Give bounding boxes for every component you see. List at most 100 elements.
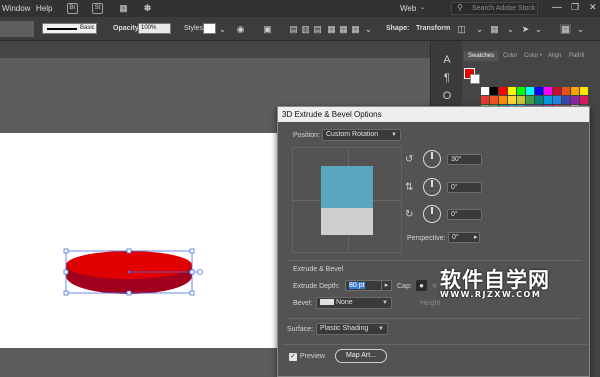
swatch[interactable]: [580, 87, 588, 95]
swatch[interactable]: [481, 96, 489, 104]
transform-label[interactable]: Transform: [416, 25, 450, 32]
swatch[interactable]: [526, 87, 534, 95]
align-center-icon[interactable]: ▥: [300, 24, 311, 34]
bevel-preview-swatch: [320, 299, 334, 306]
bevel-select[interactable]: None ▼: [316, 297, 392, 309]
swatch[interactable]: [517, 87, 525, 95]
bridge-badge[interactable]: Br: [67, 3, 78, 14]
chevron-down-icon[interactable]: ⌄: [533, 24, 544, 34]
shape-label[interactable]: Shape:: [386, 25, 409, 32]
swatch[interactable]: [571, 96, 579, 104]
extrude-depth-input[interactable]: 80 pt: [345, 280, 383, 291]
rotation-handle[interactable]: [197, 269, 203, 275]
chevron-right-icon[interactable]: ▸: [381, 280, 392, 291]
chevron-down-icon[interactable]: ⌄: [420, 4, 425, 11]
character-icon[interactable]: A: [440, 53, 454, 67]
selection-handle[interactable]: [63, 269, 69, 275]
workspace-switcher[interactable]: Web: [400, 4, 416, 13]
map-art-button[interactable]: Map Art...: [335, 349, 387, 363]
stock-badge[interactable]: St: [92, 3, 103, 14]
x-axis-rotate-icon: ↺: [405, 154, 414, 165]
swatch[interactable]: [535, 96, 543, 104]
swatch[interactable]: [490, 96, 498, 104]
rotation-preview-track[interactable]: [292, 147, 402, 253]
z-rotation-dial[interactable]: [423, 205, 441, 223]
selection-handle[interactable]: [189, 248, 195, 254]
chevron-down-icon[interactable]: ⌄: [575, 24, 586, 34]
tab-color-guide[interactable]: Color •: [524, 53, 542, 59]
swatch[interactable]: [571, 87, 579, 95]
align-menu-icon[interactable]: ⌄: [363, 24, 374, 34]
swatch[interactable]: [517, 96, 525, 104]
selection-handle[interactable]: [189, 290, 195, 296]
swatch[interactable]: [490, 87, 498, 95]
chevron-down-icon[interactable]: ⌄: [474, 24, 485, 34]
opentype-icon[interactable]: O: [440, 89, 454, 103]
z-rotation-input[interactable]: 0°: [447, 209, 482, 220]
stroke-color-swatch[interactable]: [470, 74, 480, 84]
opacity-input[interactable]: 100%: [138, 23, 171, 34]
close-button[interactable]: ✕: [589, 2, 597, 13]
chevron-down-icon[interactable]: ⌄: [505, 24, 516, 34]
recolor-artwork-icon[interactable]: ◉: [235, 24, 246, 34]
selection-handle[interactable]: [126, 248, 132, 254]
chevron-down-icon[interactable]: ⌄: [217, 24, 228, 34]
extruded-ellipse-object[interactable]: [60, 244, 210, 300]
swatch[interactable]: [544, 87, 552, 95]
y-rotation-input[interactable]: 0°: [447, 182, 482, 193]
surface-select[interactable]: Plastic Shading ▼: [316, 323, 388, 335]
isolate-icon[interactable]: ◫: [456, 24, 467, 34]
x-rotation-input[interactable]: 30°: [447, 154, 482, 165]
swatch[interactable]: [481, 87, 489, 95]
grid-icon[interactable]: ▦: [489, 24, 500, 34]
restore-button[interactable]: ❐: [571, 2, 579, 13]
align-left-icon[interactable]: ▤: [288, 24, 299, 34]
stock-search-input[interactable]: ⚲ Search Adobe Stock: [451, 2, 538, 15]
align-right-icon[interactable]: ▤: [312, 24, 323, 34]
swatch[interactable]: [580, 96, 588, 104]
menu-window[interactable]: Window: [2, 4, 30, 13]
paragraph-icon[interactable]: ¶: [440, 71, 454, 85]
swatch[interactable]: [526, 96, 534, 104]
swatch[interactable]: [508, 87, 516, 95]
stroke-profile-field[interactable]: Basic: [42, 23, 97, 34]
swatch[interactable]: [562, 96, 570, 104]
arrange-documents-icon[interactable]: ▦: [118, 3, 129, 13]
align-top-icon[interactable]: ▦: [326, 24, 337, 34]
graphic-style-swatch[interactable]: [203, 23, 216, 34]
y-rotation-dial[interactable]: [423, 178, 441, 196]
swatch[interactable]: [553, 96, 561, 104]
selection-tool-icon[interactable]: ➤: [520, 24, 531, 34]
minimize-button[interactable]: —: [552, 2, 562, 13]
selection-handle[interactable]: [126, 290, 132, 296]
selection-handle[interactable]: [63, 248, 69, 254]
tab-align[interactable]: Align: [548, 53, 561, 59]
cap-off-icon[interactable]: ○: [429, 280, 440, 291]
tab-pathfinder[interactable]: Pathfi: [569, 53, 584, 59]
cap-on-icon[interactable]: ●: [416, 280, 427, 291]
menu-help[interactable]: Help: [36, 4, 52, 13]
panel-arrange-icon[interactable]: ▦: [560, 24, 571, 34]
y-axis-rotate-icon: ⇅: [405, 182, 414, 193]
gpu-performance-icon[interactable]: ✽: [142, 3, 153, 13]
swatch[interactable]: [508, 96, 516, 104]
x-rotation-dial[interactable]: [423, 150, 441, 168]
swatch[interactable]: [499, 96, 507, 104]
tab-color[interactable]: Color: [503, 53, 517, 59]
align-bottom-icon[interactable]: ▦: [350, 24, 361, 34]
preview-checkbox[interactable]: ✓: [289, 353, 297, 361]
align-middle-icon[interactable]: ▦: [338, 24, 349, 34]
dialog-titlebar[interactable]: 3D Extrude & Bevel Options: [278, 107, 589, 122]
position-select[interactable]: Custom Rotation ▼: [322, 129, 401, 141]
selection-handle[interactable]: [63, 290, 69, 296]
transform-again-icon[interactable]: ▣: [262, 24, 273, 34]
fill-stroke-swatch[interactable]: [0, 21, 34, 37]
swatch[interactable]: [499, 87, 507, 95]
chevron-right-icon[interactable]: ▸: [474, 233, 478, 241]
swatch[interactable]: [562, 87, 570, 95]
swatch[interactable]: [553, 87, 561, 95]
tab-swatches[interactable]: Swatches: [464, 51, 499, 61]
swatch[interactable]: [535, 87, 543, 95]
swatch[interactable]: [544, 96, 552, 104]
selection-handle[interactable]: [189, 269, 195, 275]
